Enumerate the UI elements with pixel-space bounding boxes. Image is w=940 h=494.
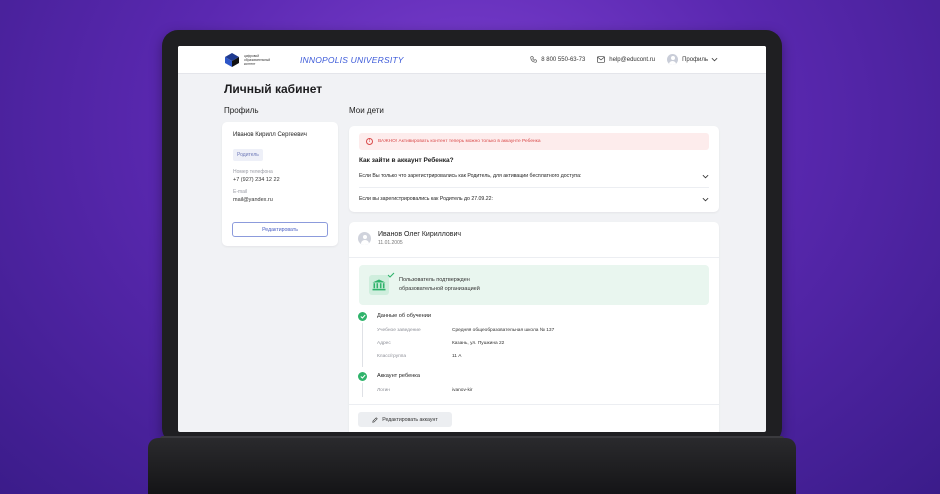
info-card: ! ВАЖНО! Активировать контент теперь мож…	[349, 126, 719, 212]
email-address: help@educont.ru	[609, 56, 656, 63]
child-header: Иванов Олег Кириллович 11.01.2005	[349, 222, 719, 255]
accordion-item-label: Если вы зарегистрировались как Родитель …	[359, 196, 493, 202]
how-to-login-title: Как зайти в аккаунт Ребенка?	[359, 157, 454, 164]
educont-logo-text: цифровой образовательный контент	[244, 53, 271, 66]
chevron-down-icon	[711, 57, 718, 62]
check-circle-icon	[358, 372, 367, 381]
top-navigation-bar: цифровой образовательный контент INNOPOL…	[178, 46, 766, 74]
laptop-base	[148, 438, 796, 494]
education-title: Данные об обучении	[377, 313, 431, 319]
school-label: Учебное заведение	[377, 328, 421, 333]
class-value: 11 А	[452, 354, 462, 359]
accordion-item[interactable]: Если Вы только что зарегистрировались ка…	[359, 169, 709, 183]
role-badge: Родитель	[233, 149, 263, 161]
login-row: Логин ivanov-kir	[377, 388, 473, 393]
app-screen: цифровой образовательный контент INNOPOL…	[178, 46, 766, 432]
login-value: ivanov-kir	[452, 388, 473, 393]
email-contact[interactable]: help@educont.ru	[597, 56, 655, 63]
edit-account-label: Редактировать аккаунт	[382, 416, 438, 423]
verified-line-2: образовательной организацией	[399, 286, 480, 292]
step-connector	[362, 323, 363, 367]
innopolis-logo[interactable]: INNOPOLIS UNIVERSITY	[300, 55, 404, 64]
avatar-icon	[358, 232, 371, 245]
page-title: Личный кабинет	[224, 82, 323, 96]
verified-line-1: Пользователь подтвержден	[399, 277, 470, 283]
account-title: Аккаунт ребенка	[377, 373, 420, 379]
profile-phone: +7 (927) 234 12 22	[233, 177, 280, 183]
edit-account-button[interactable]: Редактировать аккаунт	[358, 412, 452, 427]
profile-name: Иванов Кирилл Сергеевич	[233, 132, 307, 138]
profile-section-title: Профиль	[224, 106, 259, 115]
child-card: Иванов Олег Кириллович 11.01.2005 Пользо…	[349, 222, 719, 432]
alert-text: ВАЖНО! Активировать контент теперь можно…	[378, 139, 541, 144]
pencil-icon	[372, 416, 378, 423]
phone-number: 8 800 550-63-73	[541, 56, 586, 63]
divider	[349, 257, 719, 258]
chevron-down-icon	[702, 174, 709, 178]
verified-banner: Пользователь подтвержден образовательной…	[359, 265, 709, 305]
accordion-item[interactable]: Если вы зарегистрировались как Родитель …	[359, 192, 709, 206]
important-alert: ! ВАЖНО! Активировать контент теперь мож…	[359, 133, 709, 150]
divider	[359, 187, 709, 188]
address-value: Казань, ул. Пушкина 22	[452, 341, 505, 346]
address-row: Адрес Казань, ул. Пушкина 22	[377, 341, 504, 346]
educont-logo-icon[interactable]	[224, 52, 240, 68]
institution-icon	[369, 272, 395, 295]
edit-profile-button[interactable]: Редактировать	[232, 222, 328, 237]
profile-card: Иванов Кирилл Сергеевич Родитель Номер т…	[222, 122, 338, 246]
check-circle-icon	[358, 312, 367, 321]
children-section-title: Мои дети	[349, 106, 384, 115]
address-label: Адрес	[377, 341, 391, 346]
phone-label: Номер телефона	[233, 169, 273, 175]
phone-contact[interactable]: 8 800 550-63-73	[530, 56, 585, 63]
chevron-down-icon	[702, 197, 709, 201]
class-row: Класс/группа 11 А	[377, 354, 462, 359]
checkmark-icon	[387, 272, 395, 278]
profile-menu-button[interactable]: Профиль	[667, 54, 722, 65]
profile-menu-label: Профиль	[682, 56, 708, 63]
accordion-item-label: Если Вы только что зарегистрировались ка…	[359, 173, 582, 179]
avatar-icon	[667, 54, 679, 65]
school-value: Средняя общеобразовательная школа № 137	[452, 328, 555, 333]
school-row: Учебное заведение Средняя общеобразовате…	[377, 328, 554, 333]
step-connector	[362, 383, 363, 397]
child-birth-date: 11.01.2005	[378, 240, 403, 246]
login-label: Логин	[377, 388, 390, 393]
class-label: Класс/группа	[377, 354, 407, 359]
email-label: E-mail	[233, 189, 248, 195]
phone-icon	[530, 56, 537, 63]
profile-email: mail@yandex.ru	[233, 197, 273, 203]
child-name: Иванов Олег Кириллович	[378, 231, 462, 238]
alert-icon: !	[366, 138, 373, 145]
mail-icon	[597, 56, 606, 63]
divider	[349, 404, 719, 405]
